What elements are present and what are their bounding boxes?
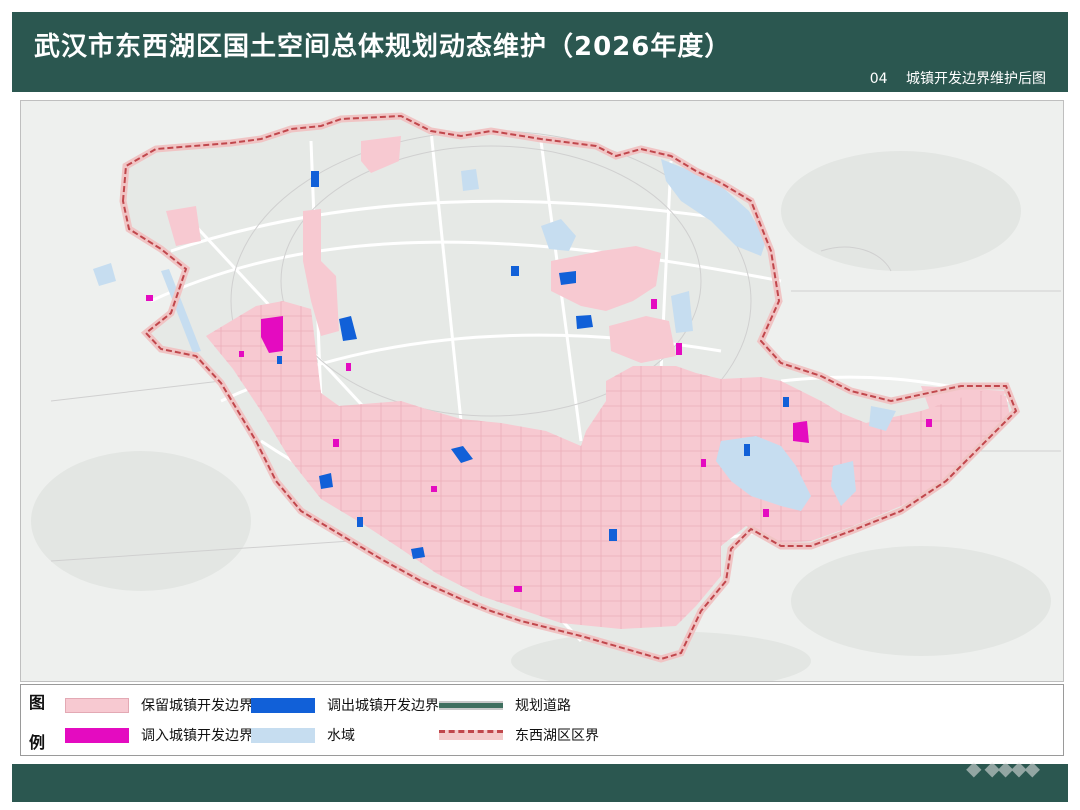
map-number: 04 [869,71,888,87]
legend-label-retained: 保留城镇开发边界 [141,698,253,714]
legend-label-road: 规划道路 [515,698,571,714]
legend-item-removed: 调出城镇开发边界 [251,695,439,715]
legend-label-water: 水域 [327,728,355,744]
map-svg [21,101,1063,681]
legend-item-road: 规划道路 [439,695,571,715]
legend-item-retained: 保留城镇开发边界 [65,695,253,715]
map-legend: 图 例 保留城镇开发边界 调入城镇开发边界 调出城镇开发边界 水域 规划道路 东… [20,684,1064,756]
retained-swatch [65,697,129,713]
map-footer: ◆ ◆◆◆◆ [12,756,1068,802]
map-canvas[interactable] [20,100,1064,682]
added-swatch [65,727,129,743]
legend-item-boundary: 东西湖区区界 [439,725,599,745]
legend-label-removed: 调出城镇开发边界 [327,698,439,714]
map-header: 武汉市东西湖区国土空间总体规划动态维护（2026年度） 04 城镇开发边界维护后… [12,12,1068,92]
legend-item-added: 调入城镇开发边界 [65,725,253,745]
legend-heading-top: 图 [29,693,46,712]
map-subtitle: 04 城镇开发边界维护后图 [870,68,1046,88]
road-swatch [439,700,503,710]
map-name: 城镇开发边界维护后图 [906,71,1046,87]
map-title: 武汉市东西湖区国土空间总体规划动态维护（2026年度） [34,32,732,62]
legend-label-added: 调入城镇开发边界 [141,728,253,744]
watermark-logo: ◆ ◆◆◆◆ [966,756,1040,780]
boundary-swatch [439,730,503,740]
removed-swatch [251,697,315,713]
legend-item-water: 水域 [251,725,355,745]
water-swatch [251,727,315,743]
legend-heading-bottom: 例 [29,733,46,752]
legend-label-boundary: 东西湖区区界 [515,728,599,744]
